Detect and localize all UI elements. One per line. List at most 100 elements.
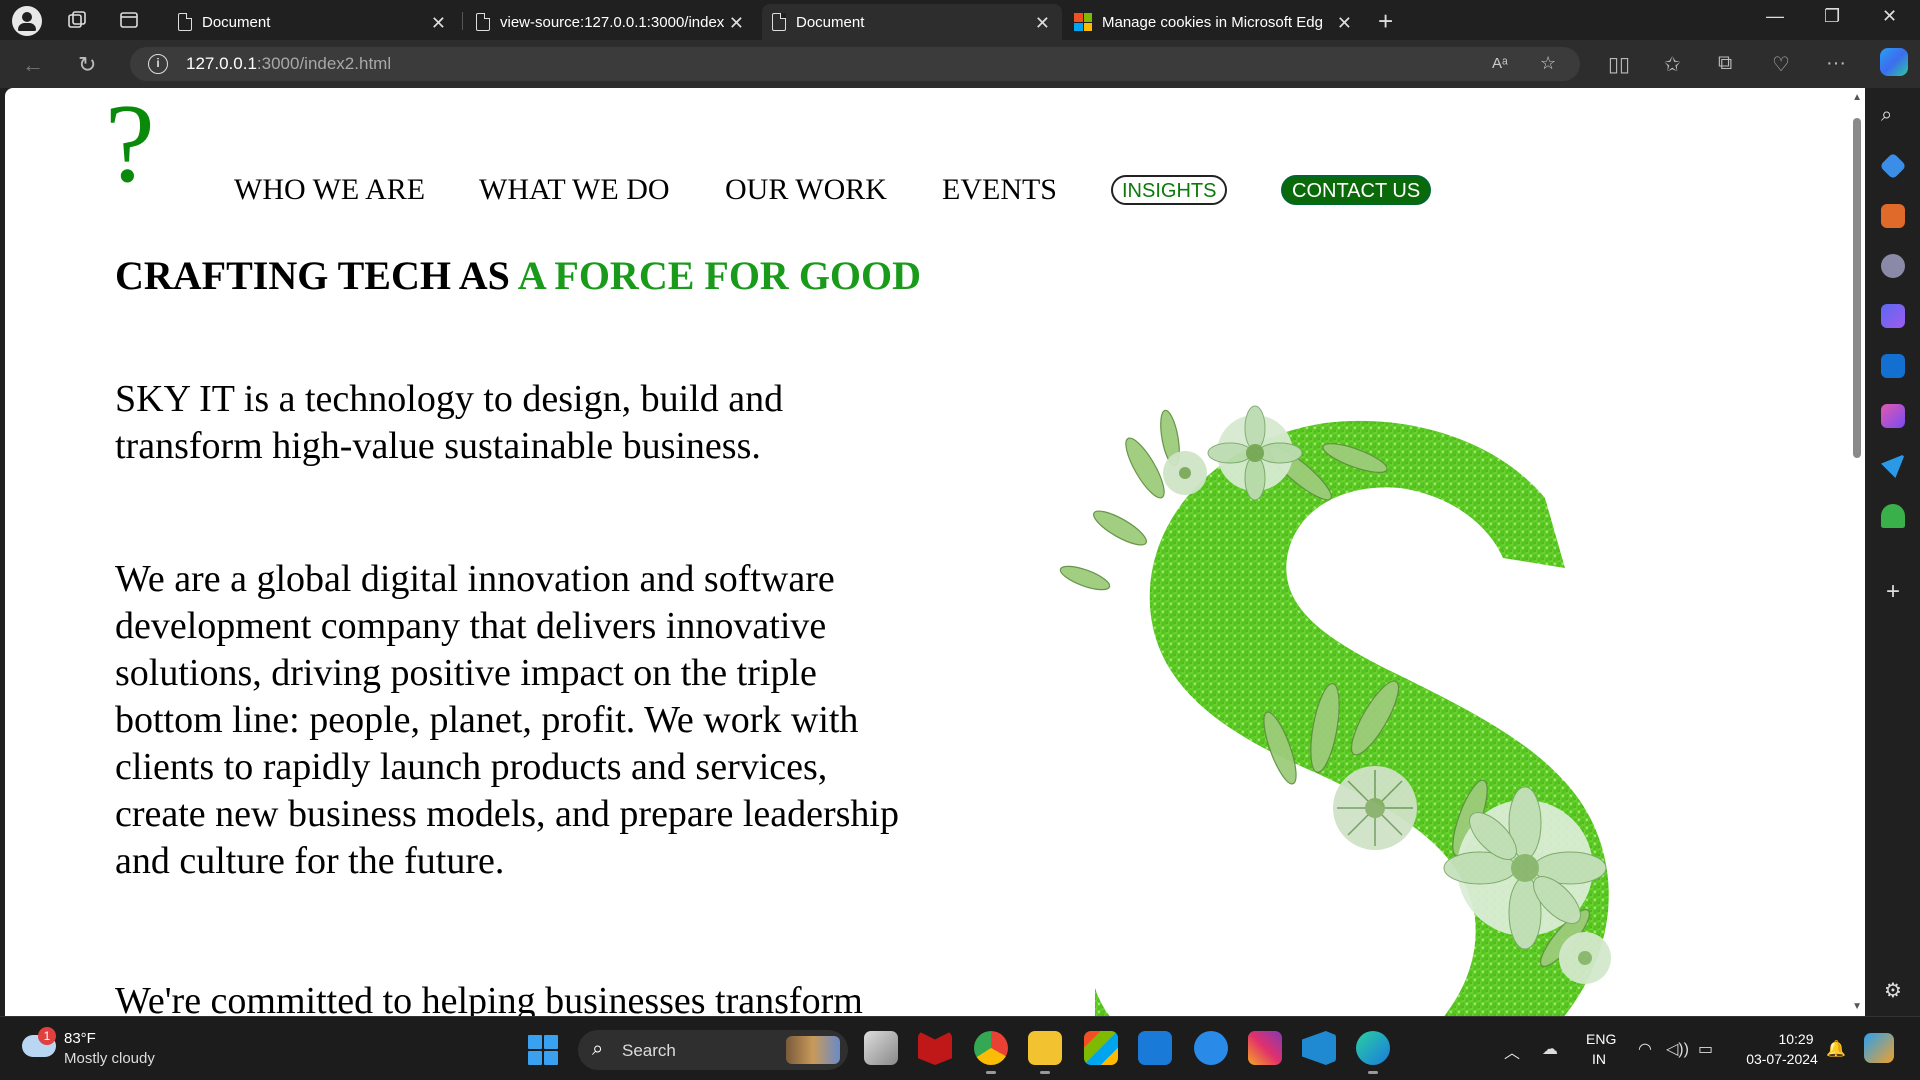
copilot-icon[interactable] (1880, 48, 1908, 76)
show-hidden-icons-icon[interactable]: ︿ (1504, 1039, 1520, 1063)
url-text[interactable]: 127.0.0.1:3000/index2.html (186, 54, 391, 74)
browser-toolbar: ← ↻ i 127.0.0.1:3000/index2.html Aᵃ ☆ ▯▯… (0, 40, 1920, 88)
search-icon[interactable]: ⌕ (1881, 104, 1905, 128)
headline-green: A FORCE FOR GOOD (517, 253, 922, 298)
tab-document-1[interactable]: Document ✕ (168, 4, 458, 40)
clock-date[interactable]: 03-07-2024 (1736, 1051, 1828, 1067)
nav-who-we-are[interactable]: WHO WE ARE (234, 173, 425, 207)
restore-icon[interactable]: ❐ (1824, 6, 1840, 27)
close-tab-icon[interactable]: ✕ (1337, 13, 1352, 34)
more-options-icon[interactable]: ··· (1826, 52, 1846, 75)
nav-our-work[interactable]: OUR WORK (725, 173, 887, 207)
language-top[interactable]: ENG (1586, 1031, 1616, 1047)
mcafee-icon[interactable] (918, 1031, 952, 1065)
tab-manage-cookies[interactable]: Manage cookies in Microsoft Edg ✕ (1064, 4, 1364, 40)
tab-strip: Document ✕ view-source:127.0.0.1:3000/in… (0, 0, 1920, 40)
page-headline: CRAFTING TECH AS A FORCE FOR GOOD (115, 252, 921, 299)
outlook-icon[interactable] (1881, 354, 1905, 378)
tab-title: Document (202, 13, 271, 31)
workspaces-icon[interactable] (66, 9, 88, 31)
document-icon (178, 13, 192, 31)
close-tab-icon[interactable]: ✕ (431, 13, 446, 34)
copilot-sidebar-icon[interactable] (1881, 304, 1905, 328)
settings-gear-icon[interactable]: ⚙ (1881, 978, 1905, 1002)
favorites-icon[interactable]: ✩ (1664, 52, 1681, 77)
scroll-down-icon[interactable]: ▼ (1852, 1001, 1862, 1012)
edge-sidebar: ⌕ + ⚙ (1866, 88, 1920, 1016)
edge-icon[interactable] (1356, 1031, 1390, 1074)
help-icon[interactable] (1194, 1031, 1228, 1065)
intro-paragraph: SKY IT is a technology to design, build … (115, 378, 784, 467)
nav-what-we-do[interactable]: WHAT WE DO (479, 173, 670, 207)
shopping-tag-icon[interactable] (1879, 152, 1907, 180)
tab-actions-icon[interactable] (118, 9, 140, 31)
microsoft-store-icon[interactable] (1084, 1031, 1118, 1065)
document-icon (476, 13, 490, 31)
scroll-thumb[interactable] (1853, 118, 1861, 458)
battery-icon[interactable]: ▭ (1698, 1039, 1713, 1059)
address-bar[interactable]: i 127.0.0.1:3000/index2.html Aᵃ ☆ (130, 47, 1580, 81)
new-tab-icon[interactable]: + (1378, 6, 1393, 37)
search-label: Search (622, 1041, 676, 1060)
nav-insights-button[interactable]: INSIGHTS (1111, 175, 1228, 205)
tab-title: Manage cookies in Microsoft Edg (1102, 13, 1322, 31)
commitment-paragraph: We're committed to helping businesses tr… (115, 980, 863, 1016)
weather-badge: 1 (38, 1027, 56, 1045)
microsoft-logo-icon (1074, 13, 1092, 31)
flower-mid (1333, 766, 1417, 850)
send-icon[interactable] (1881, 454, 1905, 478)
vscode-icon[interactable] (1302, 1031, 1336, 1065)
site-info-icon[interactable]: i (148, 54, 168, 74)
volume-icon[interactable]: ◁)) (1666, 1039, 1689, 1059)
windows-taskbar: 1 83°F Mostly cloudy ⌕ Search ︿ ☁ ENG IN… (0, 1016, 1920, 1080)
tools-briefcase-icon[interactable] (1881, 204, 1905, 228)
weather-summary[interactable]: Mostly cloudy (64, 1050, 155, 1067)
favorite-star-icon[interactable]: ☆ (1540, 53, 1556, 74)
notifications-bell-icon[interactable]: 🔔 (1826, 1039, 1846, 1059)
tab-document-active[interactable]: Document ✕ (762, 4, 1062, 40)
language-bottom[interactable]: IN (1592, 1051, 1606, 1067)
tab-view-source[interactable]: view-source:127.0.0.1:3000/index ✕ (466, 4, 756, 40)
logo[interactable]: ? (105, 88, 155, 200)
add-sidebar-app-icon[interactable]: + (1881, 578, 1905, 605)
contact-us-button[interactable]: CONTACT US (1281, 175, 1432, 205)
taskbar-search[interactable]: ⌕ Search (578, 1030, 848, 1070)
copilot-taskbar-icon[interactable] (1864, 1033, 1894, 1063)
chrome-icon[interactable] (974, 1031, 1008, 1074)
wifi-icon[interactable]: ◠ (1638, 1039, 1652, 1059)
close-tab-icon[interactable]: ✕ (729, 13, 744, 34)
read-aloud-icon[interactable]: Aᵃ (1492, 55, 1508, 72)
clock-time[interactable]: 10:29 (1764, 1031, 1828, 1047)
file-explorer-icon[interactable] (1028, 1031, 1062, 1074)
page-viewport: ? WHO WE ARE WHAT WE DO OUR WORK EVENTS … (5, 88, 1865, 1016)
instagram-icon[interactable] (1248, 1031, 1282, 1065)
profile-avatar-icon[interactable] (12, 6, 42, 36)
tree-icon[interactable] (1881, 504, 1905, 528)
onedrive-offline-icon[interactable]: ☁ (1542, 1039, 1558, 1059)
hero-floral-s-image (1059, 405, 1611, 1016)
myhp-icon[interactable] (1138, 1031, 1172, 1065)
games-icon[interactable] (1881, 254, 1905, 278)
task-view-icon[interactable] (864, 1031, 898, 1065)
back-icon[interactable]: ← (22, 52, 44, 78)
page-scrollbar[interactable]: ▲ ▼ (1849, 88, 1865, 1016)
split-screen-icon[interactable]: ▯▯ (1608, 52, 1630, 77)
search-highlight-image (786, 1036, 840, 1064)
browser-essentials-icon[interactable]: ♡ (1772, 52, 1790, 77)
start-windows-icon[interactable] (528, 1035, 558, 1065)
search-icon: ⌕ (592, 1038, 604, 1060)
nav-events[interactable]: EVENTS (942, 173, 1057, 207)
tab-title: view-source:127.0.0.1:3000/index (500, 13, 725, 31)
designer-icon[interactable] (1881, 404, 1905, 428)
temperature[interactable]: 83°F (64, 1030, 96, 1047)
document-icon (772, 13, 786, 31)
refresh-icon[interactable]: ↻ (78, 52, 96, 78)
about-paragraph: We are a global digital innovation and s… (115, 558, 899, 882)
headline-black: CRAFTING TECH AS (115, 253, 518, 298)
minimize-icon[interactable]: — (1766, 6, 1784, 27)
scroll-up-icon[interactable]: ▲ (1852, 92, 1862, 103)
close-window-icon[interactable]: ✕ (1882, 6, 1897, 27)
close-tab-icon[interactable]: ✕ (1035, 13, 1050, 34)
collections-icon[interactable]: ⧉ (1718, 52, 1732, 75)
tab-title: Document (796, 13, 865, 31)
